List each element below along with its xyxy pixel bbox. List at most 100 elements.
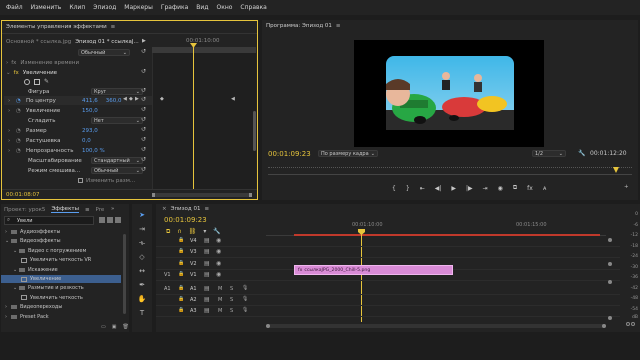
shape-select[interactable]: Круг ⌄ [91, 88, 143, 95]
razor-tool-icon[interactable]: ◇ [136, 252, 148, 262]
menu-clip[interactable]: Клип [69, 4, 85, 11]
expand-arrow-icon[interactable]: › [6, 60, 8, 66]
panel-menu-icon[interactable]: ≡ [111, 24, 116, 30]
32bit-effects-icon[interactable] [107, 217, 113, 223]
button-editor-icon[interactable]: ᴀ [543, 185, 547, 192]
reset-icon[interactable]: ↺ [141, 117, 146, 123]
sync-lock-icon[interactable]: ▤ [204, 271, 210, 278]
hand-tool-icon[interactable]: ✋ [136, 294, 148, 304]
sync-lock-icon[interactable]: ▤ [204, 285, 210, 292]
solo-icon[interactable]: S [230, 286, 233, 292]
video-track-row[interactable]: 🔒 V3 ▤ ◉ [156, 247, 636, 259]
panel-menu-icon[interactable]: ≡ [204, 206, 209, 212]
audio-track-row[interactable]: 🔒 A2 ▤ M S 🎙 [156, 295, 636, 306]
ec-playhead[interactable] [193, 43, 194, 189]
effects-scrollbar[interactable] [123, 234, 126, 314]
blend-mode-top-select[interactable]: Обычный ⌄ [78, 49, 130, 56]
reset-icon[interactable]: ↺ [141, 49, 146, 55]
step-forward-icon[interactable]: |▶ [466, 185, 473, 192]
panel-menu-icon[interactable]: ≡ [85, 207, 90, 213]
close-tab-icon[interactable]: × [162, 206, 167, 212]
menu-view[interactable]: Вид [196, 4, 208, 11]
menu-window[interactable]: Окно [216, 4, 232, 11]
expand-arrow-icon[interactable]: › [8, 148, 16, 154]
lock-icon[interactable]: 🔒 [178, 271, 184, 277]
effects-folder-row[interactable]: › Preset Pack [1, 313, 121, 321]
track-name[interactable]: A3 [190, 308, 197, 314]
master-clip-label[interactable]: Основной * ссылка.jpg [6, 39, 71, 45]
timeline-v-scroll-top[interactable] [608, 238, 612, 242]
program-video-frame[interactable] [354, 40, 544, 147]
fx-toggle-icon[interactable]: fx [527, 185, 533, 192]
effects-folder-row[interactable]: ⌄ Размытие и резкость [1, 284, 121, 292]
effects-folder-row[interactable]: › Видеопереходы [1, 303, 121, 311]
size-value[interactable]: 293,0 [82, 128, 98, 134]
next-keyframe-icon[interactable]: ▶ [135, 97, 139, 102]
effects-controls-tab[interactable]: Элементы управления эффектами [6, 24, 107, 30]
linked-selection-icon[interactable]: ⛓ [189, 228, 197, 236]
reset-icon[interactable]: ↺ [141, 137, 146, 143]
track-select-tool-icon[interactable]: ⇥ [136, 224, 148, 234]
slip-tool-icon[interactable]: ↔ [136, 266, 148, 276]
menu-graphics[interactable]: Графика [161, 4, 188, 11]
lock-icon[interactable]: 🔒 [178, 237, 184, 243]
delete-icon[interactable]: 🗑 [122, 324, 128, 330]
mini-timeline-area[interactable] [152, 47, 256, 189]
solo-icon[interactable]: S [230, 297, 233, 303]
timeline-sequence-tab[interactable]: Эпизод 01 [171, 206, 201, 212]
scaling-select[interactable]: Стандартный ⌄ [91, 157, 143, 164]
center-x-value[interactable]: 411,6 [82, 98, 98, 104]
sync-lock-icon[interactable]: ▤ [204, 237, 210, 244]
expand-arrow-icon[interactable]: › [8, 108, 16, 114]
go-to-out-icon[interactable]: ⇥ [483, 185, 488, 192]
voiceover-mic-icon[interactable]: 🎙 [242, 296, 248, 302]
audio-track-row[interactable]: A1 🔒 A1 ▤ M S 🎙 [156, 284, 636, 295]
add-keyframe-icon[interactable]: ◆ [129, 97, 133, 102]
ec-zoom-scrollbar[interactable] [152, 193, 252, 197]
expand-arrow-icon[interactable]: › [8, 128, 16, 134]
expand-arrow-icon[interactable]: › [8, 138, 16, 144]
source-patch-badge[interactable]: V1 [164, 272, 171, 278]
voiceover-mic-icon[interactable]: 🎙 [242, 307, 248, 313]
export-frame-icon[interactable]: ◉ [498, 185, 503, 192]
timeline-v-scroll-bottom2[interactable] [608, 316, 612, 320]
keyframe-diamond-icon[interactable]: ◆ [160, 97, 164, 102]
voiceover-mic-icon[interactable]: 🎙 [242, 285, 248, 291]
play-icon[interactable]: ▶ [451, 185, 456, 192]
effects-folder-row[interactable]: ⌄ Искажение [1, 266, 121, 274]
effect-item-row[interactable]: Увеличить четкость VR [1, 256, 121, 264]
eye-icon[interactable]: ◉ [216, 248, 221, 255]
mark-in-icon[interactable]: { [392, 185, 396, 192]
timeline-v-scroll-top2[interactable] [608, 280, 612, 284]
mute-icon[interactable]: M [218, 297, 222, 303]
menu-markers[interactable]: Маркеры [124, 4, 153, 11]
yuv-effects-icon[interactable] [115, 217, 121, 223]
timeline-v-scroll-bottom[interactable] [608, 262, 612, 266]
stopwatch-icon[interactable]: ◔ [16, 148, 26, 154]
fx-badge[interactable]: fx [14, 70, 19, 76]
track-name[interactable]: V3 [190, 249, 197, 255]
pen-mask-icon[interactable]: ✎ [44, 78, 49, 85]
timeline-h-scrollbar[interactable] [266, 324, 606, 328]
time-remap-label[interactable]: Изменение времени [20, 60, 79, 66]
add-marker-icon[interactable]: ▾ [203, 228, 206, 236]
smooth-select[interactable]: Нет ⌄ [91, 117, 143, 124]
fit-select[interactable]: По размеру кадра ⌄ [318, 150, 378, 157]
audio-track-row[interactable]: 🔒 A3 ▤ M S 🎙 [156, 306, 636, 318]
reset-icon[interactable]: ↺ [141, 69, 146, 75]
reset-icon[interactable]: ↺ [141, 167, 146, 173]
lock-icon[interactable]: 🔒 [178, 296, 184, 302]
menu-sequence[interactable]: Эпизод [93, 4, 116, 11]
reset-icon[interactable]: ↺ [141, 88, 146, 94]
opacity-value[interactable]: 100,0 % [82, 148, 105, 154]
mute-icon[interactable]: M [218, 286, 222, 292]
go-to-in-icon[interactable]: ⇤ [420, 185, 425, 192]
quality-select[interactable]: 1/2 ⌄ [532, 150, 566, 157]
rectangle-mask-icon[interactable] [34, 78, 40, 85]
accelerated-effects-icon[interactable] [99, 217, 105, 223]
reset-icon[interactable]: ↺ [141, 127, 146, 133]
effect-item-row[interactable]: Увеличить четкость [1, 294, 121, 302]
track-name[interactable]: A1 [190, 286, 197, 292]
track-name[interactable]: V2 [190, 261, 197, 267]
pen-tool-icon[interactable]: ✒ [136, 280, 148, 290]
